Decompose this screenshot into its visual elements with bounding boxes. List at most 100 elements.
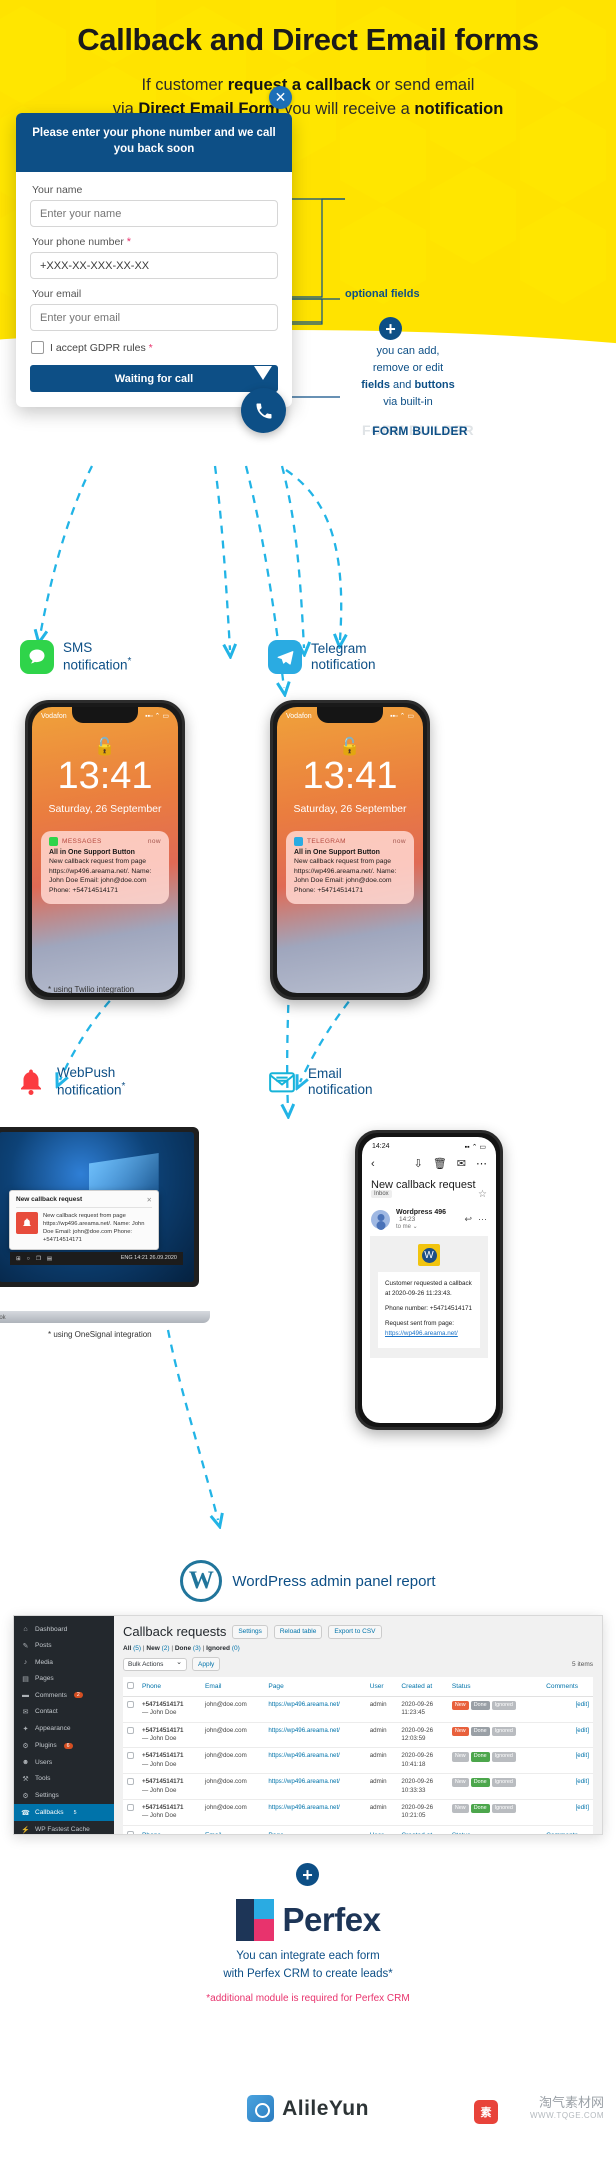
- column-created-at[interactable]: Created at: [397, 1677, 448, 1697]
- sidebar-item-pages[interactable]: ▤ Pages: [14, 1670, 114, 1687]
- sidebar-item-tools[interactable]: ⚒ Tools: [14, 1770, 114, 1787]
- table-row[interactable]: +54714514171— John Doe john@doe.com https:…: [123, 1799, 593, 1826]
- status-chip-new[interactable]: New: [451, 1701, 469, 1711]
- edit-link[interactable]: [edit]: [576, 1727, 589, 1734]
- row-checkbox[interactable]: [123, 1747, 138, 1775]
- status-chip-done[interactable]: Done: [470, 1726, 490, 1737]
- notification-card-sms[interactable]: MESSAGES now All in One Support Button N…: [41, 831, 169, 904]
- column-page[interactable]: Page: [264, 1677, 366, 1697]
- sidebar-item-users[interactable]: ☻ Users: [14, 1754, 114, 1770]
- chevron-left-icon[interactable]: ‹: [371, 1158, 375, 1170]
- column-status[interactable]: Status: [447, 1677, 543, 1697]
- sidebar-item-media[interactable]: ♪ Media: [14, 1654, 114, 1670]
- webpush-close-icon[interactable]: ✕: [147, 1196, 152, 1204]
- cell-page[interactable]: https://wp496.areama.net/: [268, 1727, 340, 1734]
- status-chip-done[interactable]: Done: [470, 1752, 490, 1762]
- export-csv-button[interactable]: Export to CSV: [328, 1624, 382, 1639]
- status-chip-ignored[interactable]: Ignored: [491, 1778, 516, 1788]
- edit-link[interactable]: [edit]: [576, 1778, 589, 1785]
- row-checkbox[interactable]: [123, 1773, 138, 1800]
- start-icon[interactable]: ⊞: [16, 1256, 21, 1262]
- edit-link[interactable]: [edit]: [576, 1752, 589, 1759]
- gdpr-checkbox[interactable]: [31, 341, 44, 355]
- column-user[interactable]: User: [365, 1677, 398, 1697]
- column-status[interactable]: Status: [447, 1825, 543, 1834]
- filter-ignored[interactable]: Ignored (0): [206, 1645, 240, 1652]
- sidebar-item-dashboard[interactable]: ⌂ Dashboard: [14, 1621, 114, 1637]
- settings-button[interactable]: Settings: [232, 1624, 268, 1639]
- cell-page[interactable]: https://wp496.areama.net/: [268, 1701, 340, 1708]
- column-comments[interactable]: Comments: [542, 1677, 593, 1697]
- sidebar-item-contact[interactable]: ✉ Contact: [14, 1703, 114, 1720]
- status-chip-done[interactable]: Done: [470, 1803, 490, 1814]
- reply-icon[interactable]: ↩: [464, 1214, 472, 1225]
- column-user[interactable]: User: [365, 1825, 398, 1834]
- apply-button[interactable]: Apply: [192, 1657, 221, 1671]
- select-all-checkbox[interactable]: [123, 1825, 138, 1834]
- filter-done[interactable]: Done (3): [175, 1645, 201, 1652]
- gdpr-row[interactable]: I accept GDPR rules *: [31, 341, 278, 355]
- cell-page[interactable]: https://wp496.areama.net/: [268, 1752, 340, 1759]
- bulk-actions-select[interactable]: Bulk Actions: [123, 1657, 187, 1671]
- status-chip-ignored[interactable]: Ignored: [491, 1752, 516, 1762]
- sidebar-item-wp-fastest-cache[interactable]: ⚡ WP Fastest Cache: [14, 1821, 114, 1834]
- table-row[interactable]: +54714514171— John Doe john@doe.com https:…: [123, 1722, 593, 1749]
- column-email[interactable]: Email: [201, 1677, 265, 1697]
- table-row[interactable]: +54714514171— John Doe john@doe.com https:…: [123, 1696, 593, 1723]
- cell-page[interactable]: https://wp496.areama.net/: [268, 1778, 340, 1785]
- edit-link[interactable]: [edit]: [576, 1701, 589, 1708]
- status-chip-ignored[interactable]: Ignored: [491, 1726, 516, 1737]
- trash-icon[interactable]: 🗑: [433, 1157, 447, 1170]
- column-page[interactable]: Page: [264, 1825, 366, 1834]
- status-chip-new[interactable]: New: [451, 1778, 469, 1788]
- status-chip-ignored[interactable]: Ignored: [491, 1803, 516, 1814]
- submit-button[interactable]: Waiting for call: [30, 365, 278, 393]
- select-all-checkbox[interactable]: [123, 1677, 138, 1697]
- explorer-icon[interactable]: ▤: [47, 1256, 52, 1262]
- edit-link[interactable]: [edit]: [576, 1804, 589, 1811]
- sidebar-item-callbacks[interactable]: ☎ Callbacks 5: [14, 1804, 114, 1821]
- mail-icon[interactable]: ✉: [457, 1157, 466, 1170]
- sidebar-item-comments[interactable]: ▬ Comments 2: [14, 1687, 114, 1703]
- row-checkbox[interactable]: [123, 1722, 138, 1749]
- status-chip-new[interactable]: New: [451, 1803, 469, 1814]
- star-icon[interactable]: ☆: [478, 1189, 487, 1200]
- archive-icon[interactable]: ⇩: [414, 1157, 423, 1170]
- search-icon[interactable]: ○: [27, 1256, 30, 1262]
- phone-mockup-telegram: Vodafon ▪▪▫ ⌃ ▭ 🔓 13:41 Saturday, 26 Sep…: [270, 700, 430, 1000]
- reload-table-button[interactable]: Reload table: [273, 1624, 323, 1639]
- close-button[interactable]: ✕: [269, 86, 292, 109]
- status-chip-done[interactable]: Done: [470, 1778, 490, 1788]
- filter-new[interactable]: New (2): [146, 1645, 169, 1652]
- row-checkbox[interactable]: [123, 1696, 138, 1723]
- cell-page[interactable]: https://wp496.areama.net/: [268, 1804, 340, 1811]
- taskview-icon[interactable]: ❐: [36, 1256, 41, 1262]
- email-body-link[interactable]: https://wp496.areama.net/: [385, 1329, 473, 1339]
- column-email[interactable]: Email: [201, 1825, 265, 1834]
- table-row[interactable]: +54714514171— John Doe john@doe.com https:…: [123, 1747, 593, 1775]
- sidebar-item-plugins[interactable]: ⚙ Plugins 6: [14, 1737, 114, 1754]
- email-recipient[interactable]: to me ⌄: [396, 1223, 458, 1230]
- column-comments[interactable]: Comments: [542, 1825, 593, 1834]
- notification-card-telegram[interactable]: TELEGRAM now All in One Support Button N…: [286, 831, 414, 904]
- sidebar-item-settings[interactable]: ⚙ Settings: [14, 1787, 114, 1804]
- more-horizontal-icon-2[interactable]: ⋯: [478, 1214, 487, 1225]
- sidebar-item-appearance[interactable]: ✦ Appearance: [14, 1720, 114, 1737]
- phone-icon[interactable]: [241, 388, 286, 433]
- status-chip-new[interactable]: New: [451, 1752, 469, 1762]
- status-chip-ignored[interactable]: Ignored: [491, 1701, 516, 1711]
- column-created-at[interactable]: Created at: [397, 1825, 448, 1834]
- name-input[interactable]: [30, 200, 278, 228]
- more-horizontal-icon[interactable]: ⋯: [476, 1157, 487, 1170]
- table-row[interactable]: +54714514171— John Doe john@doe.com https:…: [123, 1773, 593, 1800]
- status-chip-new[interactable]: New: [451, 1726, 469, 1737]
- row-checkbox[interactable]: [123, 1799, 138, 1826]
- email-input[interactable]: [30, 304, 278, 332]
- sidebar-item-posts[interactable]: ✎ Posts: [14, 1637, 114, 1654]
- column-phone[interactable]: Phone: [138, 1677, 202, 1697]
- column-phone[interactable]: Phone: [138, 1825, 202, 1834]
- filter-all[interactable]: All (5): [123, 1645, 141, 1652]
- status-chip-done[interactable]: Done: [470, 1701, 490, 1711]
- phone-input[interactable]: [30, 252, 278, 280]
- webpush-notification-card[interactable]: New callback request ✕ New callback requ…: [9, 1189, 159, 1250]
